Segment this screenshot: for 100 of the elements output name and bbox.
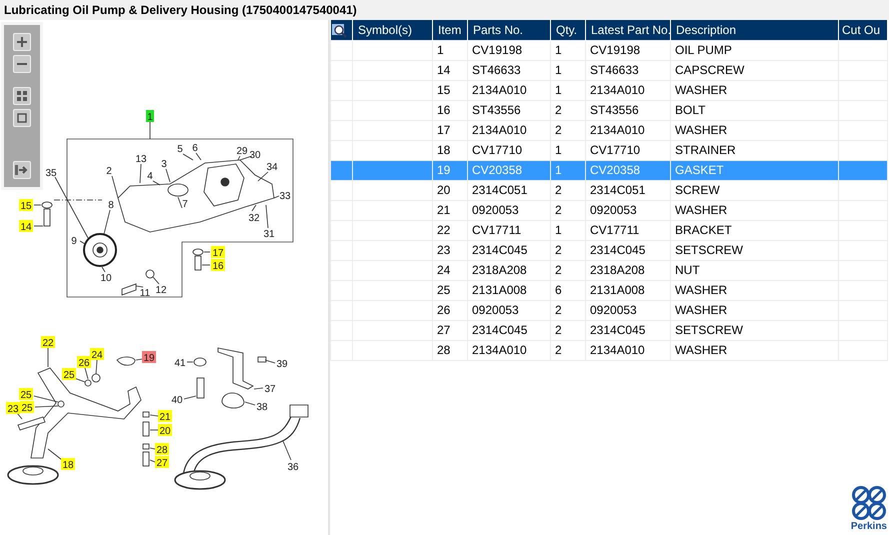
callout-label[interactable]: 11 — [140, 288, 150, 299]
callout-label[interactable]: 20 — [158, 424, 172, 437]
callout-label[interactable]: 38 — [256, 402, 268, 413]
table-row[interactable]: 16 ST43556 2 ST43556 BOLT — [330, 100, 888, 120]
leader-line — [136, 286, 144, 288]
column-header[interactable]: Qty. — [550, 20, 586, 40]
grid-view-button[interactable] — [13, 87, 31, 105]
table-row[interactable]: 21 0920053 2 0920053 WASHER — [330, 200, 888, 220]
leader-line — [152, 180, 160, 186]
table-row[interactable]: 24 2318A208 2 2318A208 NUT — [330, 260, 888, 280]
callout-label[interactable]: 27 — [155, 456, 169, 469]
leader-line — [182, 154, 194, 160]
column-header[interactable]: Description — [670, 20, 838, 40]
table-cell: WASHER — [670, 80, 838, 100]
callout-label[interactable]: 37 — [264, 384, 276, 395]
callout-label[interactable]: 33 — [279, 191, 291, 202]
search-icon[interactable] — [330, 22, 346, 38]
table-cell: SCREW — [670, 180, 838, 200]
callout-label[interactable]: 1 — [146, 110, 154, 123]
callout-label[interactable]: 14 — [19, 220, 33, 233]
callout-label[interactable]: 23 — [6, 402, 20, 415]
callout-label[interactable]: 15 — [19, 199, 33, 212]
table-cell: BOLT — [670, 100, 838, 120]
table-cell: 23 — [432, 240, 468, 260]
gear-drawing — [83, 233, 117, 267]
zoom-out-button[interactable] — [13, 55, 31, 73]
table-cell: 1 — [550, 140, 586, 160]
table-cell: SETSCREW — [670, 320, 838, 340]
table-cell: 2 — [550, 180, 586, 200]
callout-label[interactable]: 25 — [62, 368, 76, 381]
table-row[interactable]: 17 2134A010 2 2134A010 WASHER — [330, 120, 888, 140]
callout-label[interactable]: 34 — [266, 162, 278, 173]
column-header[interactable]: Parts No. — [468, 20, 550, 40]
callout-label[interactable]: 9 — [71, 236, 77, 247]
callout-label[interactable]: 17 — [211, 246, 225, 259]
callout-label[interactable]: 10 — [100, 273, 112, 284]
table-cell: STRAINER — [670, 140, 838, 160]
column-header[interactable]: Latest Part No. — [586, 20, 670, 40]
column-header[interactable]: Cut Ou — [838, 20, 888, 40]
table-cell: 27 — [432, 320, 468, 340]
callout-label[interactable]: 5 — [177, 144, 183, 155]
zoom-in-button[interactable] — [13, 33, 31, 51]
gasket-drawing — [116, 356, 136, 366]
table-row[interactable]: 20 2314C051 2 2314C051 SCREW — [330, 180, 888, 200]
callout-label[interactable]: 13 — [135, 154, 147, 165]
table-cell: 1 — [550, 60, 586, 80]
callout-label[interactable]: 6 — [192, 143, 198, 154]
callout-label[interactable]: 16 — [211, 259, 225, 272]
callout-label[interactable]: 8 — [108, 200, 114, 211]
table-row[interactable]: 28 2134A010 2 2134A010 WASHER — [330, 340, 888, 360]
callout-label[interactable]: 40 — [171, 395, 183, 406]
table-row[interactable]: 14 ST46633 1 ST46633 CAPSCREW — [330, 60, 888, 80]
callout-label[interactable]: 35 — [45, 168, 57, 179]
table-cell: 6 — [550, 280, 586, 300]
callout-label[interactable]: 25 — [20, 401, 34, 414]
table-row[interactable]: 1 CV19198 1 CV19198 OIL PUMP — [330, 40, 888, 60]
column-header[interactable]: Item — [432, 20, 468, 40]
minus-icon — [16, 62, 28, 66]
callout-label[interactable]: 30 — [249, 150, 261, 161]
callout-label[interactable]: 24 — [90, 348, 104, 361]
callout-label[interactable]: 26 — [77, 356, 91, 369]
table-row[interactable]: 15 2134A010 1 2134A010 WASHER — [330, 80, 888, 100]
table-cell: 0920053 — [586, 200, 670, 220]
fit-view-button[interactable] — [13, 109, 31, 127]
table-cell: 2 — [550, 120, 586, 140]
callout-label[interactable]: 21 — [158, 410, 172, 423]
table-row[interactable]: 23 2314C045 2 2314C045 SETSCREW — [330, 240, 888, 260]
callout-label[interactable]: 39 — [276, 359, 288, 370]
callout-label[interactable]: 28 — [155, 443, 169, 456]
callout-label[interactable]: 41 — [174, 358, 186, 369]
table-row[interactable]: 26 0920053 2 0920053 WASHER — [330, 300, 888, 320]
callout-label[interactable]: 7 — [182, 199, 188, 210]
column-header[interactable]: Symbol(s) — [352, 20, 432, 40]
table-row[interactable]: 25 2131A008 6 2131A008 WASHER — [330, 280, 888, 300]
table-cell: 2314C045 — [468, 320, 550, 340]
callout-label[interactable]: 18 — [61, 458, 75, 471]
table-cell: 20 — [432, 180, 468, 200]
table-row[interactable]: 18 CV17710 1 CV17710 STRAINER — [330, 140, 888, 160]
table-row[interactable]: 27 2314C045 2 2314C045 SETSCREW — [330, 320, 888, 340]
callout-label[interactable]: 31 — [263, 229, 275, 240]
leader-line — [244, 402, 256, 406]
leader-line — [254, 388, 264, 390]
leader-line — [34, 204, 42, 206]
logo-text: Perkins — [850, 521, 887, 533]
callout-label[interactable]: 22 — [41, 336, 55, 349]
callout-label[interactable]: 25 — [19, 388, 33, 401]
callout-label[interactable]: 4 — [147, 171, 153, 182]
callout-label[interactable]: 3 — [161, 159, 167, 170]
callout-label[interactable]: 29 — [236, 146, 248, 157]
leader-line — [96, 360, 98, 374]
callout-label[interactable]: 2 — [106, 166, 112, 177]
callout-label[interactable]: 19 — [142, 351, 156, 364]
table-cell: 2131A008 — [468, 280, 550, 300]
callout-label[interactable]: 12 — [155, 285, 167, 296]
leader-line — [184, 396, 196, 400]
table-row[interactable]: 22 CV17711 1 CV17711 BRACKET — [330, 220, 888, 240]
exit-button[interactable] — [13, 161, 31, 179]
callout-label[interactable]: 36 — [287, 462, 299, 473]
leader-line — [34, 396, 58, 402]
callout-label[interactable]: 32 — [248, 213, 260, 224]
